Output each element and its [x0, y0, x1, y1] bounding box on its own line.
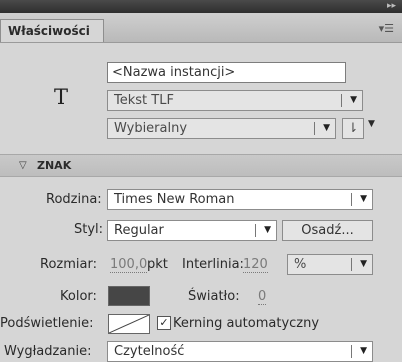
selectable-value: Wybieralny: [114, 121, 188, 136]
collapse-icon[interactable]: ▸▸: [387, 0, 396, 13]
dropdown-divider: [255, 224, 256, 237]
expand-triangle-icon: ▽: [19, 160, 27, 171]
panel-titlebar: ▸▸: [0, 0, 402, 13]
color-label: Kolor:: [60, 289, 97, 304]
no-color-slash-icon: [109, 315, 149, 333]
chevron-down-icon: ▼: [360, 194, 367, 204]
tracking-label: Światło:: [188, 289, 240, 304]
paragraph-options-dropdown[interactable]: ⇂: [342, 118, 364, 139]
dropdown-divider: [351, 345, 352, 358]
font-size-value[interactable]: 100,0: [110, 257, 148, 273]
text-type-value: Tekst TLF: [114, 93, 174, 108]
text-tool-icon: T: [54, 85, 69, 109]
size-label: Rozmiar:: [40, 257, 97, 272]
font-family-dropdown[interactable]: Times New Roman ▼: [107, 189, 373, 210]
tracking-value[interactable]: 0: [258, 289, 267, 305]
dropdown-divider: [351, 193, 352, 206]
leading-unit-dropdown[interactable]: % ▼: [287, 254, 373, 275]
chevron-down-icon[interactable]: ▼: [368, 119, 375, 129]
section-header-character[interactable]: ▽ ZNAK: [0, 154, 402, 177]
style-label: Styl:: [74, 222, 104, 237]
kerning-checkbox[interactable]: ✓: [157, 316, 171, 330]
tab-properties[interactable]: Właściwości: [0, 19, 104, 42]
text-type-dropdown[interactable]: Tekst TLF ▼: [107, 90, 363, 111]
panel-menu-icon[interactable]: ▾☰: [379, 22, 394, 35]
antialias-label: Wygładzanie:: [4, 344, 92, 359]
family-label: Rodzina:: [46, 192, 102, 207]
chevron-down-icon: ▼: [360, 346, 367, 356]
chevron-down-icon: ▼: [323, 123, 330, 133]
antialias-dropdown[interactable]: Czytelność ▼: [107, 341, 373, 362]
font-style-value: Regular: [114, 223, 164, 238]
size-unit: pkt: [147, 257, 168, 272]
dropdown-divider: [351, 258, 352, 271]
chevron-down-icon: ▼: [350, 95, 357, 105]
text-color-swatch[interactable]: [108, 286, 150, 306]
section-title: ZNAK: [37, 159, 72, 172]
checkmark-icon: ✓: [159, 316, 169, 329]
dropdown-divider: [341, 94, 342, 107]
panel-tabbar: Właściwości ▾☰: [0, 13, 402, 43]
leading-unit-value: %: [294, 257, 307, 272]
embed-button[interactable]: Osadź...: [282, 220, 373, 241]
font-family-value: Times New Roman: [114, 192, 235, 207]
leading-value[interactable]: 120: [243, 257, 268, 273]
highlight-color-swatch[interactable]: [108, 314, 150, 334]
selectable-dropdown[interactable]: Wybieralny ▼: [107, 118, 336, 139]
font-style-dropdown[interactable]: Regular ▼: [107, 220, 277, 241]
paragraph-format-icon: ⇂: [347, 121, 359, 136]
chevron-down-icon: ▼: [264, 225, 271, 235]
dropdown-divider: [314, 122, 315, 135]
chevron-down-icon: ▼: [360, 259, 367, 269]
antialias-value: Czytelność: [114, 344, 185, 359]
kerning-label: Kerning automatyczny: [173, 316, 320, 331]
highlight-label: Podświetlenie:: [0, 316, 94, 331]
instance-name-input[interactable]: <Nazwa instancji>: [107, 62, 346, 83]
leading-label: Interlinia:: [182, 257, 244, 272]
